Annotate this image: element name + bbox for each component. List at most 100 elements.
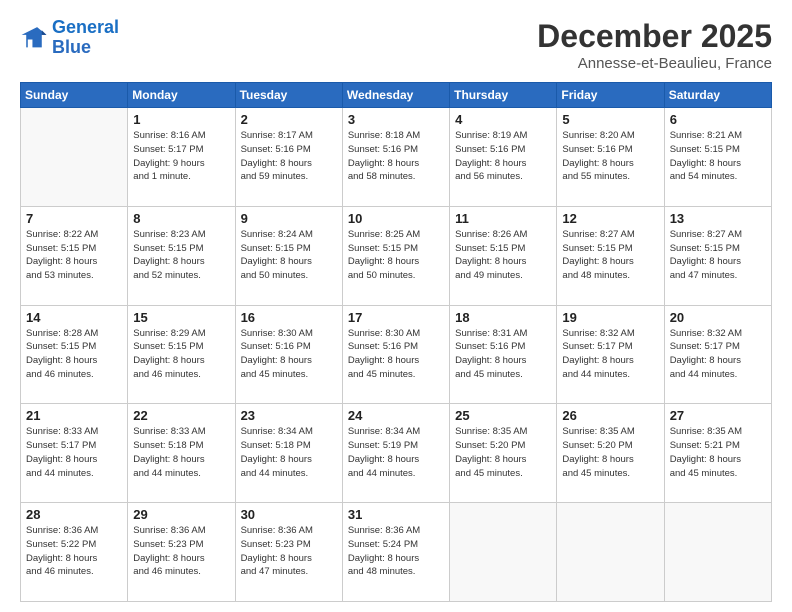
calendar-week-row-4: 21 Sunrise: 8:33 AMSunset: 5:17 PMDayligh… [21,404,772,503]
calendar-cell: 4Sunrise: 8:19 AMSunset: 5:16 PMDaylight… [450,108,557,207]
calendar-cell: 15 Sunrise: 8:29 AMSunset: 5:15 PMDayligh… [128,305,235,404]
day-number: 28 [26,507,122,522]
day-number: 10 [348,211,444,226]
calendar-week-row-5: 28 Sunrise: 8:36 AMSunset: 5:22 PMDayligh… [21,503,772,602]
calendar-cell: 10 Sunrise: 8:25 AMSunset: 5:15 PMDayligh… [342,206,449,305]
page: General Blue December 2025 Annesse-et-Be… [0,0,792,612]
calendar-cell: 18 Sunrise: 8:31 AMSunset: 5:16 PMDayligh… [450,305,557,404]
day-info: Sunrise: 8:26 AMSunset: 5:15 PMDaylight:… [455,228,551,283]
day-info: Sunrise: 8:35 AMSunset: 5:21 PMDaylight:… [670,425,766,480]
calendar-cell: 12 Sunrise: 8:27 AMSunset: 5:15 PMDayligh… [557,206,664,305]
header-thursday: Thursday [450,83,557,108]
day-number: 12 [562,211,658,226]
calendar-cell: 21 Sunrise: 8:33 AMSunset: 5:17 PMDayligh… [21,404,128,503]
day-number: 14 [26,310,122,325]
calendar-cell: 16 Sunrise: 8:30 AMSunset: 5:16 PMDayligh… [235,305,342,404]
day-info: Sunrise: 8:23 AMSunset: 5:15 PMDaylight:… [133,228,229,283]
day-number: 17 [348,310,444,325]
calendar-cell: 26Sunrise: 8:35 AMSunset: 5:20 PMDayligh… [557,404,664,503]
day-info: Sunrise: 8:30 AMSunset: 5:16 PMDaylight:… [241,327,337,382]
day-info: Sunrise: 8:32 AMSunset: 5:17 PMDaylight:… [562,327,658,382]
day-number: 1 [133,112,229,127]
logo-text-general: General [52,18,119,38]
day-number: 8 [133,211,229,226]
calendar-cell: 2 Sunrise: 8:17 AMSunset: 5:16 PMDaylight… [235,108,342,207]
day-info: Sunrise: 8:16 AMSunset: 5:17 PMDaylight:… [133,129,229,184]
calendar-cell: 30 Sunrise: 8:36 AMSunset: 5:23 PMDayligh… [235,503,342,602]
header-sunday: Sunday [21,83,128,108]
calendar-cell: 24 Sunrise: 8:34 AMSunset: 5:19 PMDayligh… [342,404,449,503]
calendar-cell: 5 Sunrise: 8:20 AMSunset: 5:16 PMDaylight… [557,108,664,207]
day-number: 31 [348,507,444,522]
calendar-week-row-3: 14 Sunrise: 8:28 AMSunset: 5:15 PMDayligh… [21,305,772,404]
day-number: 16 [241,310,337,325]
calendar-cell: 22 Sunrise: 8:33 AMSunset: 5:18 PMDayligh… [128,404,235,503]
calendar-cell: 29 Sunrise: 8:36 AMSunset: 5:23 PMDayligh… [128,503,235,602]
day-info: Sunrise: 8:24 AMSunset: 5:15 PMDaylight:… [241,228,337,283]
calendar-cell: 28 Sunrise: 8:36 AMSunset: 5:22 PMDayligh… [21,503,128,602]
calendar-cell: 6 Sunrise: 8:21 AMSunset: 5:15 PMDaylight… [664,108,771,207]
month-title: December 2025 [537,18,772,55]
calendar-cell: 8 Sunrise: 8:23 AMSunset: 5:15 PMDaylight… [128,206,235,305]
day-number: 22 [133,408,229,423]
calendar-week-row-2: 7Sunrise: 8:22 AMSunset: 5:15 PMDaylight… [21,206,772,305]
calendar-cell [21,108,128,207]
calendar-cell: 1 Sunrise: 8:16 AMSunset: 5:17 PMDaylight… [128,108,235,207]
day-number: 18 [455,310,551,325]
day-number: 6 [670,112,766,127]
calendar-cell: 11 Sunrise: 8:26 AMSunset: 5:15 PMDayligh… [450,206,557,305]
header: General Blue December 2025 Annesse-et-Be… [20,18,772,72]
calendar-cell [557,503,664,602]
calendar-cell: 27Sunrise: 8:35 AMSunset: 5:21 PMDayligh… [664,404,771,503]
day-number: 2 [241,112,337,127]
day-info: Sunrise: 8:27 AMSunset: 5:15 PMDaylight:… [562,228,658,283]
calendar-header-row: Sunday Monday Tuesday Wednesday Thursday… [21,83,772,108]
day-info: Sunrise: 8:36 AMSunset: 5:24 PMDaylight:… [348,524,444,579]
day-number: 24 [348,408,444,423]
header-friday: Friday [557,83,664,108]
day-number: 21 [26,408,122,423]
calendar-cell: 3Sunrise: 8:18 AMSunset: 5:16 PMDaylight… [342,108,449,207]
header-monday: Monday [128,83,235,108]
day-info: Sunrise: 8:21 AMSunset: 5:15 PMDaylight:… [670,129,766,184]
day-number: 30 [241,507,337,522]
day-info: Sunrise: 8:35 AMSunset: 5:20 PMDaylight:… [455,425,551,480]
day-number: 11 [455,211,551,226]
calendar-cell [450,503,557,602]
header-saturday: Saturday [664,83,771,108]
day-info: Sunrise: 8:20 AMSunset: 5:16 PMDaylight:… [562,129,658,184]
day-number: 15 [133,310,229,325]
day-number: 23 [241,408,337,423]
day-info: Sunrise: 8:25 AMSunset: 5:15 PMDaylight:… [348,228,444,283]
day-number: 29 [133,507,229,522]
calendar-cell: 19Sunrise: 8:32 AMSunset: 5:17 PMDayligh… [557,305,664,404]
header-tuesday: Tuesday [235,83,342,108]
day-info: Sunrise: 8:27 AMSunset: 5:15 PMDaylight:… [670,228,766,283]
day-info: Sunrise: 8:36 AMSunset: 5:23 PMDaylight:… [241,524,337,579]
calendar-cell: 20Sunrise: 8:32 AMSunset: 5:17 PMDayligh… [664,305,771,404]
day-info: Sunrise: 8:34 AMSunset: 5:19 PMDaylight:… [348,425,444,480]
calendar-week-row-1: 1 Sunrise: 8:16 AMSunset: 5:17 PMDaylight… [21,108,772,207]
day-info: Sunrise: 8:36 AMSunset: 5:23 PMDaylight:… [133,524,229,579]
day-info: Sunrise: 8:33 AMSunset: 5:17 PMDaylight:… [26,425,122,480]
day-info: Sunrise: 8:28 AMSunset: 5:15 PMDaylight:… [26,327,122,382]
day-info: Sunrise: 8:36 AMSunset: 5:22 PMDaylight:… [26,524,122,579]
day-info: Sunrise: 8:30 AMSunset: 5:16 PMDaylight:… [348,327,444,382]
day-info: Sunrise: 8:33 AMSunset: 5:18 PMDaylight:… [133,425,229,480]
calendar-cell: 25Sunrise: 8:35 AMSunset: 5:20 PMDayligh… [450,404,557,503]
calendar-cell [664,503,771,602]
logo-icon [20,24,48,52]
day-info: Sunrise: 8:29 AMSunset: 5:15 PMDaylight:… [133,327,229,382]
day-info: Sunrise: 8:31 AMSunset: 5:16 PMDaylight:… [455,327,551,382]
calendar-cell: 13Sunrise: 8:27 AMSunset: 5:15 PMDayligh… [664,206,771,305]
day-info: Sunrise: 8:17 AMSunset: 5:16 PMDaylight:… [241,129,337,184]
day-number: 9 [241,211,337,226]
day-info: Sunrise: 8:35 AMSunset: 5:20 PMDaylight:… [562,425,658,480]
calendar-cell: 14 Sunrise: 8:28 AMSunset: 5:15 PMDayligh… [21,305,128,404]
day-number: 20 [670,310,766,325]
calendar-cell: 7Sunrise: 8:22 AMSunset: 5:15 PMDaylight… [21,206,128,305]
logo: General Blue [20,18,119,58]
calendar-cell: 9 Sunrise: 8:24 AMSunset: 5:15 PMDaylight… [235,206,342,305]
calendar-cell: 23Sunrise: 8:34 AMSunset: 5:18 PMDayligh… [235,404,342,503]
day-number: 5 [562,112,658,127]
